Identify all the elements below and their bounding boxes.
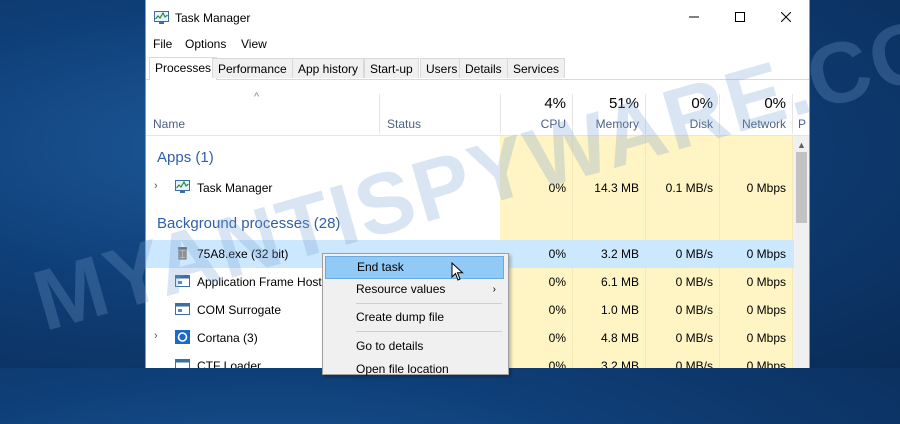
memory-total: 51% xyxy=(608,95,639,112)
disk-value: 0 MB/s xyxy=(675,303,713,317)
app-window-icon xyxy=(175,359,190,368)
column-network[interactable]: Network xyxy=(724,117,786,131)
task-manager-icon xyxy=(154,11,169,24)
tab-services[interactable]: Services xyxy=(507,58,566,78)
minimize-button[interactable] xyxy=(671,0,717,34)
network-value: 0 Mbps xyxy=(746,275,786,289)
tab-start-up[interactable]: Start-up xyxy=(364,58,419,78)
cpu-value: 0% xyxy=(548,331,566,345)
close-button[interactable] xyxy=(763,0,809,34)
menu-open-file-location[interactable]: Open file location xyxy=(325,358,504,381)
cortana-icon xyxy=(175,330,190,344)
column-memory[interactable]: Memory xyxy=(576,117,639,131)
cpu-total: 4% xyxy=(544,95,566,112)
tab-performance[interactable]: Performance xyxy=(212,58,293,78)
network-value: 0 Mbps xyxy=(746,359,786,368)
column-divider xyxy=(379,94,380,134)
expand-chevron-icon[interactable]: › xyxy=(154,330,158,342)
cpu-value: 0% xyxy=(548,303,566,317)
column-name[interactable]: Name xyxy=(153,117,185,131)
maximize-button[interactable] xyxy=(717,0,763,34)
disk-value: 0 MB/s xyxy=(675,275,713,289)
network-value: 0 Mbps xyxy=(746,181,786,195)
column-power[interactable]: P xyxy=(798,117,806,131)
menu-resource-values[interactable]: Resource values › xyxy=(325,278,504,301)
close-icon xyxy=(781,12,791,22)
group-background-processes: Background processes (28) xyxy=(157,215,341,232)
app-window-icon xyxy=(175,275,190,287)
tab-strip: Processes Performance App history Start-… xyxy=(146,57,809,80)
process-name: CTF Loader xyxy=(197,359,262,368)
column-status[interactable]: Status xyxy=(387,117,421,131)
tab-processes[interactable]: Processes xyxy=(149,57,218,80)
submenu-arrow-icon: › xyxy=(492,284,496,295)
memory-value: 3.2 MB xyxy=(600,359,639,368)
mouse-pointer-icon xyxy=(451,262,464,281)
tab-app-history[interactable]: App history xyxy=(292,58,365,78)
menu-view[interactable]: View xyxy=(241,37,267,51)
disk-value: 0 MB/s xyxy=(675,331,713,345)
column-divider xyxy=(500,94,501,134)
menu-separator xyxy=(356,331,502,332)
menu-item-label: Resource values xyxy=(356,282,446,296)
menu-file[interactable]: File xyxy=(153,37,172,51)
cpu-value: 0% xyxy=(548,359,566,368)
process-name: 75A8.exe (32 bit) xyxy=(197,247,289,261)
table-row[interactable]: › Task Manager 0% 14.3 MB 0.1 MB/s 0 Mbp… xyxy=(146,174,794,202)
scroll-up-arrow-icon[interactable]: ▲ xyxy=(797,140,806,150)
cpu-value: 0% xyxy=(548,275,566,289)
menu-create-dump-file[interactable]: Create dump file xyxy=(325,306,504,329)
task-manager-icon xyxy=(175,180,190,193)
network-total: 0% xyxy=(764,95,786,112)
tab-details[interactable]: Details xyxy=(459,58,508,78)
group-apps: Apps (1) xyxy=(157,149,214,166)
menu-bar: File Options View xyxy=(146,34,809,54)
column-cpu[interactable]: CPU xyxy=(506,117,566,131)
column-disk[interactable]: Disk xyxy=(651,117,713,131)
app-window-icon xyxy=(175,303,190,315)
process-name: COM Surrogate xyxy=(197,303,282,317)
network-value: 0 Mbps xyxy=(746,331,786,345)
tab-users[interactable]: Users xyxy=(420,58,464,78)
title-bar[interactable]: Task Manager xyxy=(146,0,809,34)
memory-value: 3.2 MB xyxy=(600,247,639,261)
disk-value: 0 MB/s xyxy=(675,359,713,368)
cpu-value: 0% xyxy=(548,247,566,261)
vertical-scrollbar[interactable]: ▲ xyxy=(794,136,809,368)
column-divider xyxy=(792,94,793,134)
disk-value: 0 MB/s xyxy=(675,247,713,261)
window-title: Task Manager xyxy=(175,11,251,25)
disk-value: 0.1 MB/s xyxy=(665,181,713,195)
cpu-value: 0% xyxy=(548,181,566,195)
network-value: 0 Mbps xyxy=(746,303,786,317)
menu-options[interactable]: Options xyxy=(185,37,226,51)
menu-separator xyxy=(356,303,502,304)
memory-value: 1.0 MB xyxy=(600,303,639,317)
process-name: Cortana (3) xyxy=(197,331,258,345)
maximize-icon xyxy=(735,12,745,22)
expand-chevron-icon[interactable]: › xyxy=(154,180,158,192)
menu-go-to-details[interactable]: Go to details xyxy=(325,335,504,358)
network-value: 0 Mbps xyxy=(746,247,786,261)
disk-total: 0% xyxy=(691,95,713,112)
column-divider xyxy=(645,94,646,134)
column-divider xyxy=(572,94,573,134)
column-divider xyxy=(719,94,720,134)
scrollbar-thumb[interactable] xyxy=(796,152,807,223)
context-menu: End task Resource values › Create dump f… xyxy=(322,253,509,376)
column-header: ^ Name Status 4% CPU 51% Memory 0% Disk … xyxy=(146,80,809,136)
process-name: Application Frame Host xyxy=(197,275,322,289)
trash-bin-icon xyxy=(178,247,187,260)
minimize-icon xyxy=(689,16,699,18)
sort-ascending-icon: ^ xyxy=(254,91,260,103)
menu-end-task[interactable]: End task xyxy=(325,256,504,279)
memory-value: 14.3 MB xyxy=(594,181,639,195)
memory-value: 4.8 MB xyxy=(600,331,639,345)
memory-value: 6.1 MB xyxy=(600,275,639,289)
process-name: Task Manager xyxy=(197,181,273,195)
